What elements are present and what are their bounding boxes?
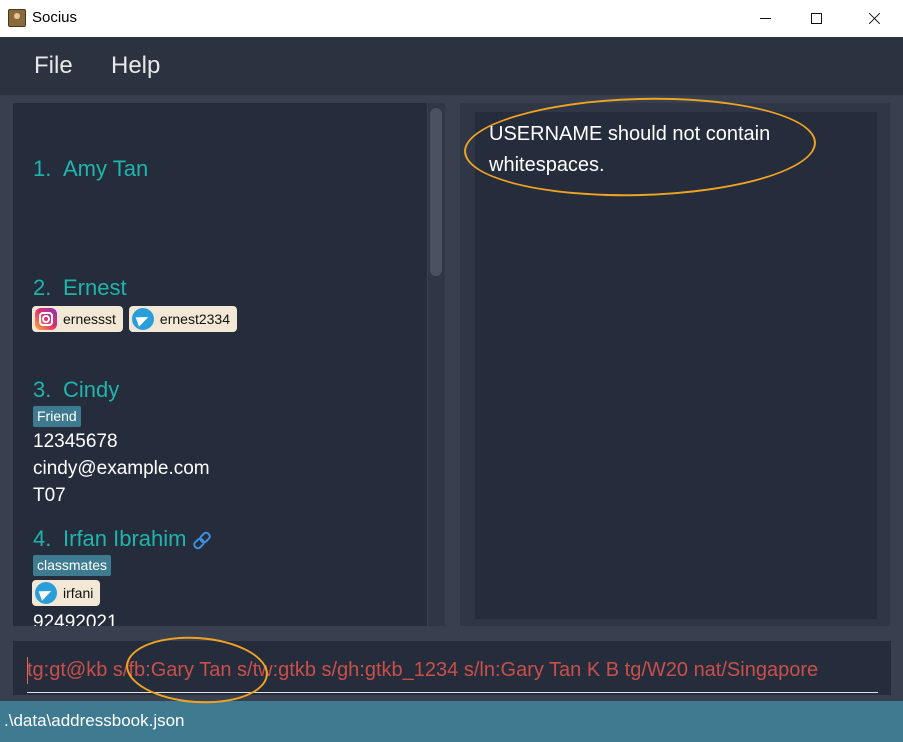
link-icon [193, 531, 209, 547]
social-handle: ernest2334 [159, 311, 230, 327]
person-card-2[interactable]: 2. Ernest ernessst ernest2334 [32, 275, 243, 335]
close-button[interactable] [851, 0, 897, 37]
minimize-button[interactable] [742, 0, 788, 37]
social-handle: ernessst [63, 311, 116, 327]
text-caret [27, 657, 28, 684]
person-name-text: Amy Tan [63, 156, 149, 181]
person-name: 2. Ernest [33, 275, 243, 301]
save-location: .\data\addressbook.json [4, 711, 185, 730]
close-icon [868, 12, 881, 25]
person-card-3[interactable]: 3. Cindy Friend 12345678 cindy@example.co… [33, 377, 210, 509]
telegram-icon [131, 308, 154, 330]
person-card-1[interactable]: 1. Amy Tan [33, 156, 148, 182]
tag-list: Friend [33, 406, 210, 427]
person-index: 4. [33, 526, 52, 551]
telegram-icon [35, 582, 57, 604]
social-chip-telegram[interactable]: ernest2334 [128, 306, 237, 332]
maximize-button[interactable] [793, 0, 839, 37]
menu-bar: File Help [0, 37, 903, 95]
person-index: 3. [33, 377, 52, 402]
person-name-text: Ernest [63, 275, 127, 300]
person-list[interactable]: 1. Amy Tan 2. Ernest ernessst ernest2334 3.… [13, 103, 427, 626]
menu-file[interactable]: File [34, 52, 73, 80]
person-card-4[interactable]: 4. Irfan Ibrahim classmates irfani 924920… [32, 526, 209, 626]
minimize-icon [759, 18, 771, 19]
menu-help[interactable]: Help [111, 52, 160, 80]
person-index: 1. [33, 156, 52, 181]
person-name: 3. Cindy [33, 377, 210, 403]
window-title: Socius [32, 9, 78, 26]
person-name-text: Cindy [63, 377, 120, 402]
social-list: irfani [32, 580, 209, 609]
social-chip-instagram[interactable]: ernessst [32, 306, 123, 332]
social-chip-telegram[interactable]: irfani [32, 580, 101, 606]
tag-badge: classmates [33, 555, 112, 576]
maximize-icon [810, 13, 822, 24]
instagram-icon [35, 308, 57, 330]
person-email: cindy@example.com [33, 458, 210, 479]
tag-list: classmates [33, 555, 209, 576]
app-icon [8, 9, 26, 27]
person-name: 4. Irfan Ibrahim [33, 526, 209, 552]
person-group: T07 [33, 485, 66, 506]
social-handle: irfani [63, 585, 94, 601]
person-phone: 12345678 [33, 431, 118, 452]
person-phone: 92492021 [33, 612, 118, 626]
social-list: ernessst ernest2334 [32, 306, 243, 335]
status-bar: .\data\addressbook.json [0, 701, 903, 742]
tag-badge: Friend [33, 406, 81, 427]
person-name-text: Irfan Ibrahim [63, 526, 187, 551]
person-index: 2. [33, 275, 52, 300]
scrollbar-thumb[interactable] [430, 108, 442, 276]
person-name: 1. Amy Tan [33, 156, 148, 182]
title-bar: Socius [0, 0, 903, 37]
